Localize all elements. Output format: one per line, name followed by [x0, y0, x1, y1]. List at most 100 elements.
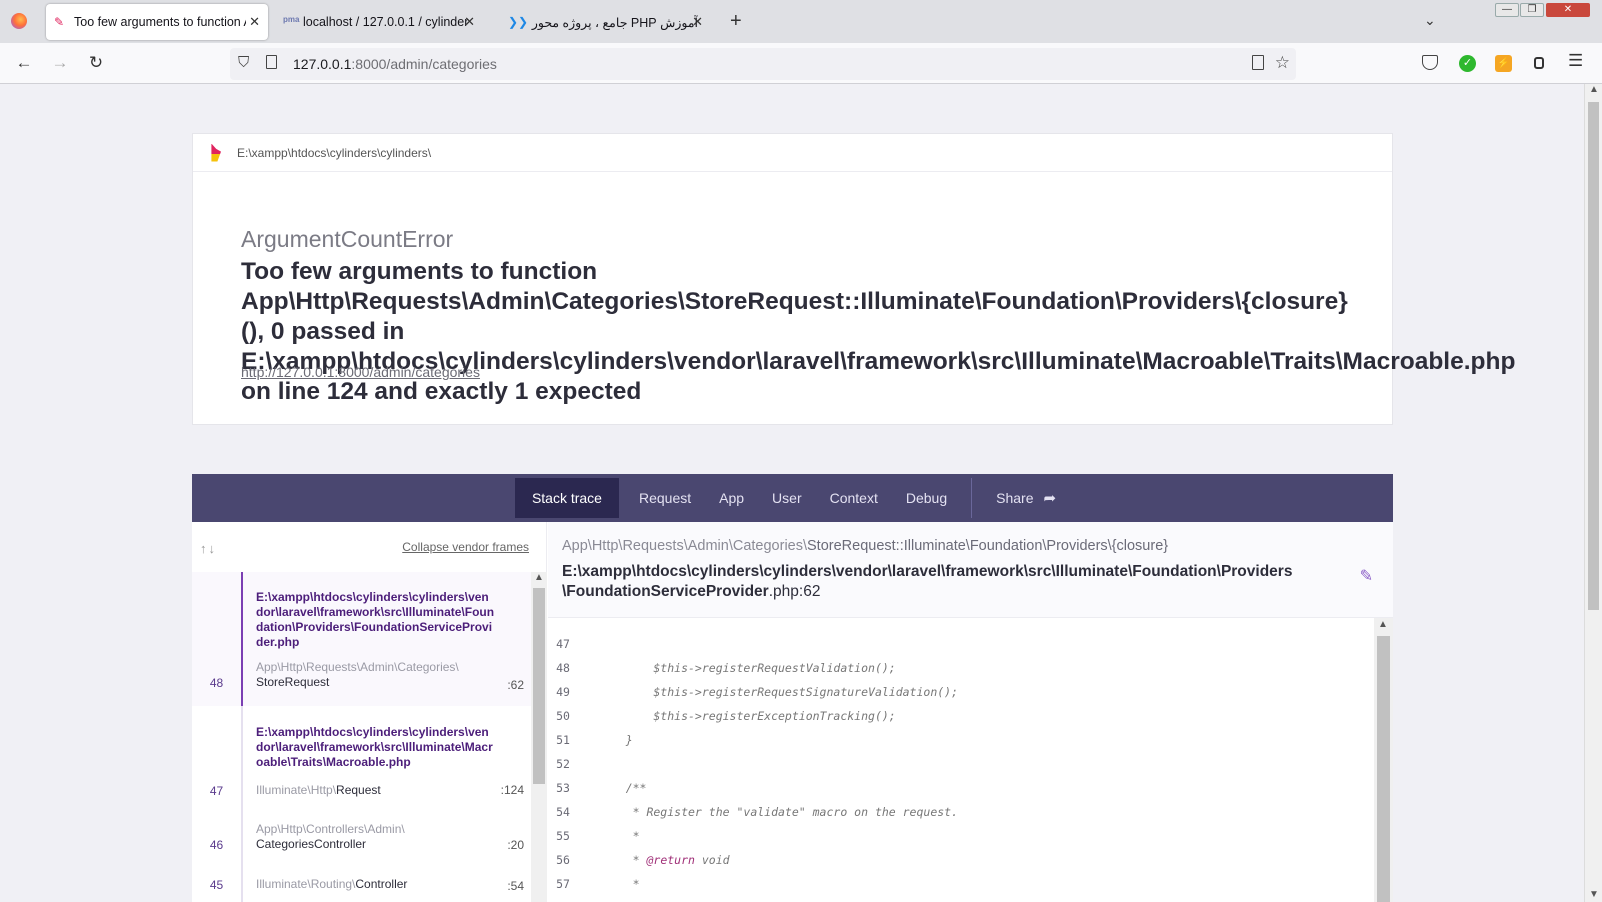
code-line-number: 55 [556, 829, 570, 843]
maximize-icon[interactable]: ❐ [1520, 3, 1544, 17]
pocket-icon[interactable] [1422, 55, 1438, 70]
frame-class-name: StoreRequest [256, 675, 330, 689]
close-tab-icon[interactable]: ✕ [692, 14, 703, 30]
frame-line: :54 [507, 879, 524, 893]
code-line-number: 50 [556, 709, 570, 723]
frame-class: App\Http\Controllers\Admin\ CategoriesCon… [256, 822, 486, 852]
code-line: 48 $this->registerRequestValidation(); [548, 656, 1358, 680]
account-lock-icon[interactable] [1534, 57, 1544, 69]
tab-share[interactable]: Share ➦ [982, 478, 1070, 518]
collapse-vendor-frames-link[interactable]: Collapse vendor frames [402, 540, 529, 554]
arrow-down-icon[interactable]: ↓ [209, 541, 216, 556]
frame-detail-class-namespace: App\Http\Requests\Admin\Categories\ [562, 538, 808, 554]
exception-message: Too few arguments to function App\Http\R… [241, 258, 1516, 405]
frame-detail-file-ext: .php:62 [768, 583, 821, 600]
scroll-up-icon[interactable]: ▲ [534, 572, 544, 583]
code-line-number: 53 [556, 781, 570, 795]
code-scrollbar[interactable]: ▲ [1374, 618, 1393, 902]
tab-phpmyadmin[interactable]: pma localhost / 127.0.0.1 / cylinders ✕ [275, 4, 485, 40]
url-text[interactable]: 127.0.0.1:8000/admin/categories [293, 56, 497, 72]
code-line: 56 * @return void [548, 848, 1358, 872]
code-snippet: 47 48 $this->registerRequestValidation()… [548, 618, 1393, 902]
tab-error-label: Too few arguments to function A [74, 15, 246, 29]
exception-class: ArgumentCountError [241, 226, 454, 252]
frame-class-namespace: Illuminate\Routing\ [256, 877, 356, 891]
tab-bar: ✎ Too few arguments to function A ✕ pma … [0, 0, 1602, 43]
code-line-number: 48 [556, 661, 570, 675]
frame-file: E:\xampp\htdocs\cylinders\cylinders\vend… [256, 590, 495, 649]
forward-arrow-icon[interactable]: → [48, 51, 72, 75]
stack-frames-sidebar: ↑ ↓ Collapse vendor frames 48 E:\xampp\h… [192, 522, 547, 902]
tab-request[interactable]: Request [625, 478, 705, 518]
tab-debug[interactable]: Debug [892, 478, 961, 518]
new-tab-button[interactable]: + [730, 10, 742, 33]
request-url-link[interactable]: http://127.0.0.1:8000/admin/categories [241, 364, 480, 380]
scroll-down-icon[interactable]: ▼ [1589, 889, 1599, 900]
edit-pencil-icon[interactable]: ✎ [1360, 566, 1373, 586]
extension-check-icon[interactable]: ✓ [1459, 55, 1476, 72]
code-line-number: 47 [556, 637, 570, 651]
tab-app[interactable]: App [705, 478, 758, 518]
close-window-icon[interactable]: ✕ [1546, 3, 1590, 17]
navigation-toolbar: ← → ↻ ⛉ 127.0.0.1:8000/admin/categories … [0, 43, 1602, 84]
frame-detail-file-line1: E:\xampp\htdocs\cylinders\cylinders\vend… [562, 563, 1293, 580]
tab-error[interactable]: ✎ Too few arguments to function A ✕ [46, 4, 268, 40]
code-line-number: 54 [556, 805, 570, 819]
code-line-text: * Register the "validate" macro on the r… [598, 805, 959, 819]
frame-marker [241, 812, 243, 864]
share-arrow-icon: ➦ [1043, 490, 1057, 507]
page-info-icon[interactable] [266, 55, 277, 69]
frame-number: 47 [209, 784, 224, 798]
page-viewport: E:\xampp\htdocs\cylinders\cylinders\ Arg… [0, 84, 1584, 902]
shield-icon[interactable]: ⛉ [238, 54, 249, 71]
close-tab-icon[interactable]: ✕ [249, 14, 260, 30]
frame-number: 45 [209, 878, 224, 892]
frame-number: 46 [209, 838, 224, 852]
scroll-up-icon[interactable]: ▲ [1378, 619, 1388, 630]
firefox-menu-icon[interactable] [11, 13, 27, 29]
frame-line: :20 [507, 838, 524, 852]
frame-line: :62 [507, 678, 524, 692]
stack-frame[interactable]: 47 E:\xampp\htdocs\cylinders\cylinders\v… [192, 706, 532, 812]
stack-frame[interactable]: 46 App\Http\Controllers\Admin\ Categories… [192, 812, 532, 864]
code-line-text: /** [598, 781, 647, 795]
frame-detail-class: App\Http\Requests\Admin\Categories\Store… [562, 538, 1168, 554]
extension-orange-icon[interactable]: ⚡ [1495, 55, 1512, 72]
code-line-number: 57 [556, 877, 570, 891]
code-line-text: * [598, 829, 640, 843]
frames-scrollbar[interactable]: ▲ [531, 572, 547, 902]
reload-icon[interactable]: ↻ [84, 51, 108, 75]
code-line: 55 * [548, 824, 1358, 848]
hamburger-menu-icon[interactable]: ☰ [1568, 51, 1583, 71]
code-scroll-thumb[interactable] [1377, 636, 1390, 902]
frame-number: 48 [209, 676, 224, 690]
reader-view-icon[interactable] [1252, 55, 1264, 70]
minimize-icon[interactable]: — [1495, 3, 1519, 17]
address-bar[interactable]: ⛉ 127.0.0.1:8000/admin/categories ☆ [230, 48, 1296, 80]
tab-stack-trace[interactable]: Stack trace [514, 478, 619, 518]
tab-context[interactable]: Context [816, 478, 892, 518]
frame-detail-class-rest: StoreRequest::Illuminate\Foundation\Prov… [807, 538, 1169, 554]
page-scroll-thumb[interactable] [1588, 102, 1599, 610]
tab-php-course[interactable]: ❯❯ آموزش PHP جامع ، پروژه محور و ✕ [500, 4, 715, 40]
stack-frame[interactable]: 48 E:\xampp\htdocs\cylinders\cylinders\v… [192, 572, 532, 706]
arrow-up-icon[interactable]: ↑ [200, 541, 207, 556]
stack-frame[interactable]: 45 Illuminate\Routing\Controller :54 [192, 864, 532, 902]
frame-class: App\Http\Requests\Admin\Categories\ Store… [256, 660, 486, 690]
close-tab-icon[interactable]: ✕ [464, 14, 475, 30]
list-all-tabs-icon[interactable]: ⌄ [1424, 12, 1436, 29]
page-scrollbar[interactable]: ▲ ▼ [1584, 84, 1602, 902]
frames-scroll-thumb[interactable] [533, 588, 545, 784]
back-arrow-icon[interactable]: ← [12, 51, 36, 75]
code-line-number: 51 [556, 733, 570, 747]
scroll-up-icon[interactable]: ▲ [1589, 84, 1599, 95]
bookmark-star-icon[interactable]: ☆ [1275, 53, 1290, 73]
site-favicon-icon: ❯❯ [508, 15, 529, 29]
share-label: Share [996, 490, 1034, 506]
frames-header: ↑ ↓ Collapse vendor frames [192, 522, 546, 574]
tab-user[interactable]: User [758, 478, 816, 518]
frame-marker [241, 706, 243, 812]
browser-window: ✎ Too few arguments to function A ✕ pma … [0, 0, 1602, 902]
frame-line: :124 [500, 783, 524, 797]
code-line: 49 $this->registerRequestSignatureValida… [548, 680, 1358, 704]
